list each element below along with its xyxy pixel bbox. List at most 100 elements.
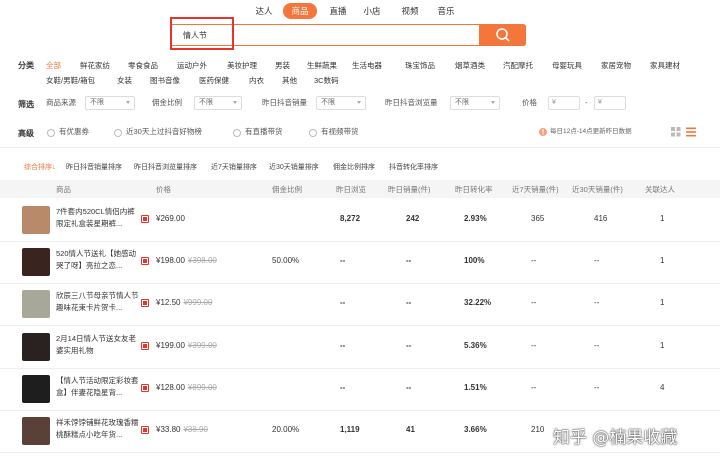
category-item[interactable]: 家具建材 [650, 60, 680, 71]
category-item[interactable]: 烟草酒类 [455, 60, 485, 71]
nav-tab-video[interactable]: 视频 [396, 3, 424, 19]
sales7-cell: -- [531, 383, 537, 392]
sort-tab-overall[interactable]: 综合排序↓ [24, 163, 56, 173]
product-thumbnail[interactable] [22, 290, 50, 318]
nav-tab-live[interactable]: 直播 [324, 3, 352, 19]
product-thumbnail[interactable] [22, 417, 50, 445]
product-name[interactable]: 520情人节送礼【她感动哭了呀】亮拉之恋... [56, 248, 140, 274]
search-button[interactable] [479, 24, 526, 46]
category-item[interactable]: 女鞋/男鞋/箱包 [46, 75, 95, 86]
commission-cell: 50.00% [272, 256, 300, 265]
category-item[interactable]: 珠宝饰品 [405, 60, 435, 71]
category-item[interactable]: 图书音像 [150, 75, 180, 86]
grid-view-icon[interactable] [671, 127, 681, 137]
goodlist-label: 近30天上过抖音好物榜 [126, 127, 202, 136]
category-item[interactable]: 生鲜蔬果 [307, 60, 337, 71]
table-header: 商品 价格 佣金比例 昨日浏览 昨日销量(件) 昨日转化率 近7天销量(件) 近… [0, 180, 720, 198]
sales-cell: -- [406, 341, 412, 350]
filter-commission-select[interactable]: 不限 [194, 96, 242, 110]
category-item[interactable]: 家居宠物 [601, 60, 631, 71]
sort-tab-yesterday-sales[interactable]: 昨日抖音销量排序 [66, 163, 122, 173]
table-row[interactable]: 欣辰三八节母亲节情人节趣味花束卡片贺卡... ¥12.50 ¥999.00 -- -- 3… [0, 284, 720, 324]
category-item[interactable]: 鲜花家纺 [80, 60, 110, 71]
col-sales[interactable]: 昨日销量(件) [388, 184, 431, 195]
sort-tab-conversion[interactable]: 抖音转化率排序 [389, 163, 438, 173]
live-radio[interactable] [233, 129, 241, 137]
sales-cell: -- [406, 298, 412, 307]
product-thumbnail[interactable] [22, 333, 50, 361]
category-item[interactable]: 男装 [275, 60, 290, 71]
sort-tab-30day-sales[interactable]: 近30天销量排序 [269, 163, 319, 173]
nav-tab-goods[interactable]: 商品 [283, 3, 317, 19]
video-label: 有视频带货 [321, 127, 359, 136]
category-item[interactable]: 运动户外 [177, 60, 207, 71]
live-label: 有直播带货 [245, 127, 283, 136]
update-note: 每日12点-14点更新昨日数据 [550, 128, 632, 135]
category-item[interactable]: 美妆护理 [227, 60, 257, 71]
category-item[interactable]: 全部 [46, 60, 61, 71]
list-view-icon[interactable] [686, 127, 696, 137]
sales7-cell: -- [531, 298, 537, 307]
product-thumbnail[interactable] [22, 248, 50, 276]
col-goods: 商品 [56, 185, 71, 194]
filter-source-label: 商品来源 [46, 98, 76, 107]
row-divider [0, 325, 720, 326]
sales-cell: 242 [406, 214, 420, 223]
price-max-input[interactable]: ¥ [594, 96, 626, 110]
nav-tab-music[interactable]: 音乐 [432, 3, 460, 19]
conversion-cell: 2.93% [464, 214, 487, 223]
category-item[interactable]: 生活电器 [352, 60, 382, 71]
coupon-label: 有优惠券 [59, 127, 89, 136]
product-thumbnail[interactable] [22, 375, 50, 403]
product-name[interactable]: 祥禾饽饽铺鲜花玫瑰香糯桃酥糕点小吃年货... [56, 417, 140, 443]
sort-tab-commission[interactable]: 佣金比例排序 [333, 163, 375, 173]
product-name[interactable]: 【情人节活动限定彩妆套盒】伴妻花隐星背... [56, 375, 140, 401]
shop-tag-icon [141, 299, 149, 307]
category-item[interactable]: 其他 [282, 75, 297, 86]
sort-tab-yesterday-views[interactable]: 昨日抖音浏览量排序 [134, 163, 197, 173]
product-thumbnail[interactable] [22, 206, 50, 234]
shop-tag-icon [141, 342, 149, 350]
product-name[interactable]: 欣辰三八节母亲节情人节趣味花束卡片贺卡... [56, 290, 140, 316]
views-cell: -- [340, 383, 346, 392]
product-name[interactable]: 2月14日情人节送女友老婆实用礼物 [56, 333, 140, 359]
category-item[interactable]: 内衣 [249, 75, 264, 86]
price-min-input[interactable]: ¥ [548, 96, 580, 110]
sales30-cell: 416 [594, 214, 608, 223]
influencers-cell: 1 [660, 256, 665, 265]
col-influencers: 关联达人 [645, 185, 675, 194]
col-conversion[interactable]: 昨日转化率 [455, 184, 493, 195]
sales30-cell: -- [594, 383, 600, 392]
col-views[interactable]: 昨日浏览 [336, 184, 366, 195]
highlight-box [170, 17, 234, 50]
table-row[interactable]: 2月14日情人节送女友老婆实用礼物 ¥199.00 ¥399.00 -- -- 5.36%… [0, 327, 720, 367]
category-item[interactable]: 女装 [117, 75, 132, 86]
original-price: ¥899.00 [187, 383, 217, 392]
col-30day[interactable]: 近30天销量(件) [572, 184, 623, 195]
original-price: ¥399.00 [187, 341, 217, 350]
col-7day[interactable]: 近7天销量(件) [512, 184, 559, 195]
category-item[interactable]: 医药保健 [199, 75, 229, 86]
views-cell: -- [340, 256, 346, 265]
category-item[interactable]: 3C数码 [314, 75, 339, 86]
sales30-cell: -- [594, 298, 600, 307]
category-item[interactable]: 零食食品 [128, 60, 158, 71]
category-item[interactable]: 母婴玩具 [552, 60, 582, 71]
table-row[interactable]: 【情人节活动限定彩妆套盒】伴妻花隐星背... ¥128.00 ¥899.00 -- --… [0, 369, 720, 409]
video-radio[interactable] [309, 129, 317, 137]
table-row[interactable]: 7件套内520CL情侣内裤限定礼盒装星期裤... ¥269.00 8,272 242 2… [0, 200, 720, 240]
filter-views-label: 昨日抖音浏览量 [385, 98, 438, 107]
category-item[interactable]: 汽配摩托 [503, 60, 533, 71]
filter-views-select[interactable]: 不限 [450, 96, 500, 110]
nav-tab-shop[interactable]: 小店 [358, 3, 386, 19]
coupon-radio[interactable] [47, 129, 55, 137]
product-name[interactable]: 7件套内520CL情侣内裤限定礼盒装星期裤... [56, 206, 140, 232]
filter-source-select[interactable]: 不限 [85, 96, 135, 110]
sales30-cell: -- [594, 256, 600, 265]
table-row[interactable]: 520情人节送礼【她感动哭了呀】亮拉之恋... ¥198.00 ¥398.00 50.… [0, 242, 720, 282]
nav-tab-influencer[interactable]: 达人 [250, 3, 278, 19]
goodlist-radio[interactable] [114, 129, 122, 137]
sort-tab-7day-sales[interactable]: 近7天销量排序 [211, 163, 257, 173]
filter-sales-select[interactable]: 不限 [316, 96, 366, 110]
current-price: ¥199.00 [156, 341, 185, 350]
